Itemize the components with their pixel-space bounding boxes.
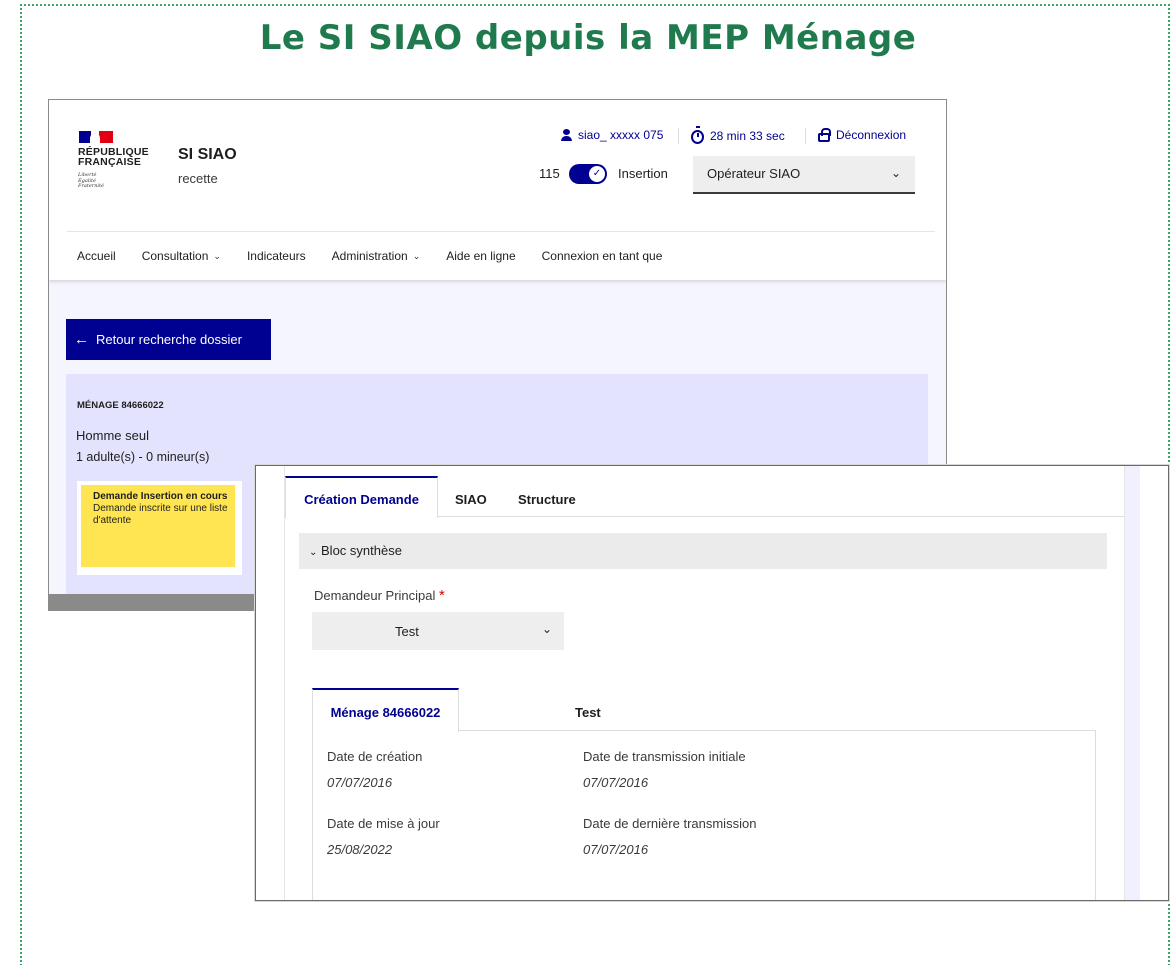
session-timer: 28 min 33 sec bbox=[691, 126, 785, 144]
tab-creation-demande[interactable]: Création Demande bbox=[285, 476, 438, 518]
date-creation-value: 07/07/2016 bbox=[327, 775, 393, 790]
nav-item-indicateurs[interactable]: Indicateurs bbox=[247, 249, 306, 263]
stopwatch-icon bbox=[691, 126, 704, 144]
demandeur-select-value: Test bbox=[395, 624, 419, 639]
menage-id: MÉNAGE 84666022 bbox=[77, 400, 164, 411]
separator bbox=[805, 128, 806, 144]
slide-title: Le SI SIAO depuis la MEP Ménage bbox=[259, 18, 917, 58]
chevron-down-icon: ⌄ bbox=[541, 622, 552, 636]
app-window-detail: Création Demande SIAO Structure ⌄ Bloc s… bbox=[255, 465, 1169, 901]
nav-item-consultation[interactable]: Consultation ⌄ bbox=[142, 249, 221, 263]
tab-person-test[interactable]: Test bbox=[575, 688, 601, 731]
demandeur-principal-select[interactable]: Test ⌄ bbox=[312, 612, 564, 650]
tab-structure[interactable]: Structure bbox=[518, 476, 576, 517]
user-account[interactable]: siao_ xxxxx 075 bbox=[561, 128, 663, 142]
marianne-logo-icon bbox=[79, 131, 115, 143]
bloc-synthese-accordion[interactable]: ⌄ Bloc synthèse bbox=[299, 533, 1107, 569]
status-badge-text: Demande inscrite sur une liste d'attente bbox=[93, 503, 228, 526]
date-derniere-transmission-value: 07/07/2016 bbox=[583, 842, 649, 857]
nav-item-administration[interactable]: Administration ⌄ bbox=[332, 249, 421, 263]
date-derniere-transmission-label: Date de dernière transmission bbox=[583, 816, 757, 831]
app-environment: recette bbox=[178, 171, 218, 186]
detail-content: Création Demande SIAO Structure ⌄ Bloc s… bbox=[284, 466, 1125, 900]
menage-count: 1 adulte(s) - 0 mineur(s) bbox=[76, 450, 210, 464]
status-badge-title: Demande Insertion en cours bbox=[93, 491, 228, 502]
demandeur-principal-label: Demandeur Principal * bbox=[314, 587, 445, 604]
date-creation-label: Date de création bbox=[327, 749, 423, 764]
user-name: siao_ xxxxx 075 bbox=[578, 128, 664, 142]
status-badge: Demande Insertion en cours Demande inscr… bbox=[81, 485, 235, 567]
menage-info-panel: Date de création 07/07/2016 Date de tran… bbox=[312, 730, 1096, 900]
nav-item-aide-en-ligne[interactable]: Aide en ligne bbox=[446, 249, 515, 263]
arrow-left-icon: ← bbox=[74, 331, 89, 348]
logout-button[interactable]: Déconnexion bbox=[818, 128, 906, 142]
back-button-label: Retour recherche dossier bbox=[96, 332, 242, 347]
accordion-label: Bloc synthèse bbox=[321, 543, 402, 558]
user-icon bbox=[561, 129, 572, 141]
republique-francaise-logo[interactable]: RÉPUBLIQUE FRANÇAISE bbox=[78, 147, 149, 168]
scroll-gutter bbox=[1124, 466, 1140, 900]
menage-type: Homme seul bbox=[76, 428, 149, 443]
toggle-label-insertion: Insertion bbox=[618, 166, 668, 181]
menage-tabs: Ménage 84666022 Test bbox=[312, 688, 1096, 732]
tab-siao[interactable]: SIAO bbox=[455, 476, 487, 517]
role-select-value: Opérateur SIAO bbox=[707, 166, 801, 181]
session-timer-text: 28 min 33 sec bbox=[710, 129, 785, 143]
date-transmission-initiale-value: 07/07/2016 bbox=[583, 775, 649, 790]
header-divider bbox=[67, 231, 935, 232]
logout-label: Déconnexion bbox=[836, 128, 907, 142]
check-icon: ✓ bbox=[589, 166, 605, 182]
app-header: RÉPUBLIQUE FRANÇAISE Liberté Égalité Fra… bbox=[49, 100, 946, 280]
date-mise-a-jour-value: 25/08/2022 bbox=[327, 842, 393, 857]
tab-menage[interactable]: Ménage 84666022 bbox=[312, 688, 459, 732]
required-marker: * bbox=[439, 587, 445, 604]
detail-tabs: Création Demande SIAO Structure bbox=[285, 476, 1125, 518]
date-transmission-initiale-label: Date de transmission initiale bbox=[583, 749, 746, 764]
republique-motto: Liberté Égalité Fraternité bbox=[78, 172, 104, 189]
mode-toggle[interactable]: ✓ bbox=[569, 164, 607, 184]
nav-item-accueil[interactable]: Accueil bbox=[77, 249, 116, 263]
role-select[interactable]: Opérateur SIAO ⌄ bbox=[693, 156, 915, 194]
status-badge-container: Demande Insertion en cours Demande inscr… bbox=[77, 481, 242, 575]
nav-item-connexion-en-tant-que[interactable]: Connexion en tant que bbox=[542, 249, 663, 263]
toggle-label-115: 115 bbox=[539, 166, 560, 181]
chevron-down-icon: ⌄ bbox=[309, 547, 318, 558]
chevron-down-icon: ⌄ bbox=[412, 250, 421, 261]
separator bbox=[678, 128, 679, 144]
lock-icon bbox=[818, 128, 831, 142]
main-nav: Accueil Consultation ⌄ Indicateurs Admini… bbox=[77, 249, 688, 263]
back-to-search-button[interactable]: ← Retour recherche dossier bbox=[66, 319, 271, 360]
chevron-down-icon: ⌄ bbox=[890, 166, 901, 180]
app-name[interactable]: SI SIAO bbox=[178, 146, 237, 164]
chevron-down-icon: ⌄ bbox=[213, 250, 221, 261]
date-mise-a-jour-label: Date de mise à jour bbox=[327, 816, 440, 831]
